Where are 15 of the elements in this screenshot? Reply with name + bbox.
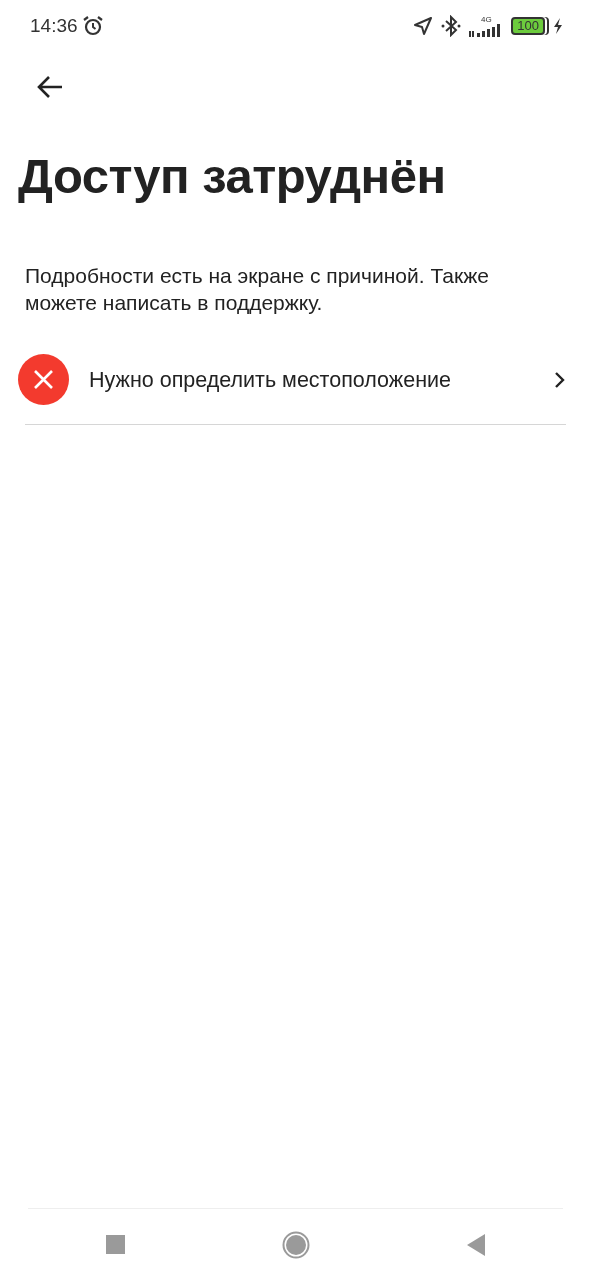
home-button[interactable] bbox=[282, 1230, 310, 1259]
page-title: Доступ затруднён bbox=[17, 150, 447, 204]
charging-icon bbox=[553, 18, 563, 34]
alarm-icon bbox=[81, 15, 104, 37]
error-icon bbox=[18, 354, 69, 406]
back-button[interactable] bbox=[466, 1233, 485, 1256]
bluetooth-icon bbox=[441, 15, 462, 37]
recents-button[interactable] bbox=[106, 1235, 126, 1254]
issue-row[interactable]: Нужно определить местоположение bbox=[0, 335, 591, 424]
status-time: 14:36 bbox=[30, 13, 78, 38]
description-text: Подробности есть на экране с причиной. Также можете написать в поддержку. bbox=[24, 262, 490, 316]
network-type: 4G bbox=[480, 15, 492, 24]
chevron-right-icon bbox=[554, 370, 566, 389]
location-icon bbox=[413, 16, 434, 36]
back-arrow-icon[interactable] bbox=[36, 74, 64, 99]
